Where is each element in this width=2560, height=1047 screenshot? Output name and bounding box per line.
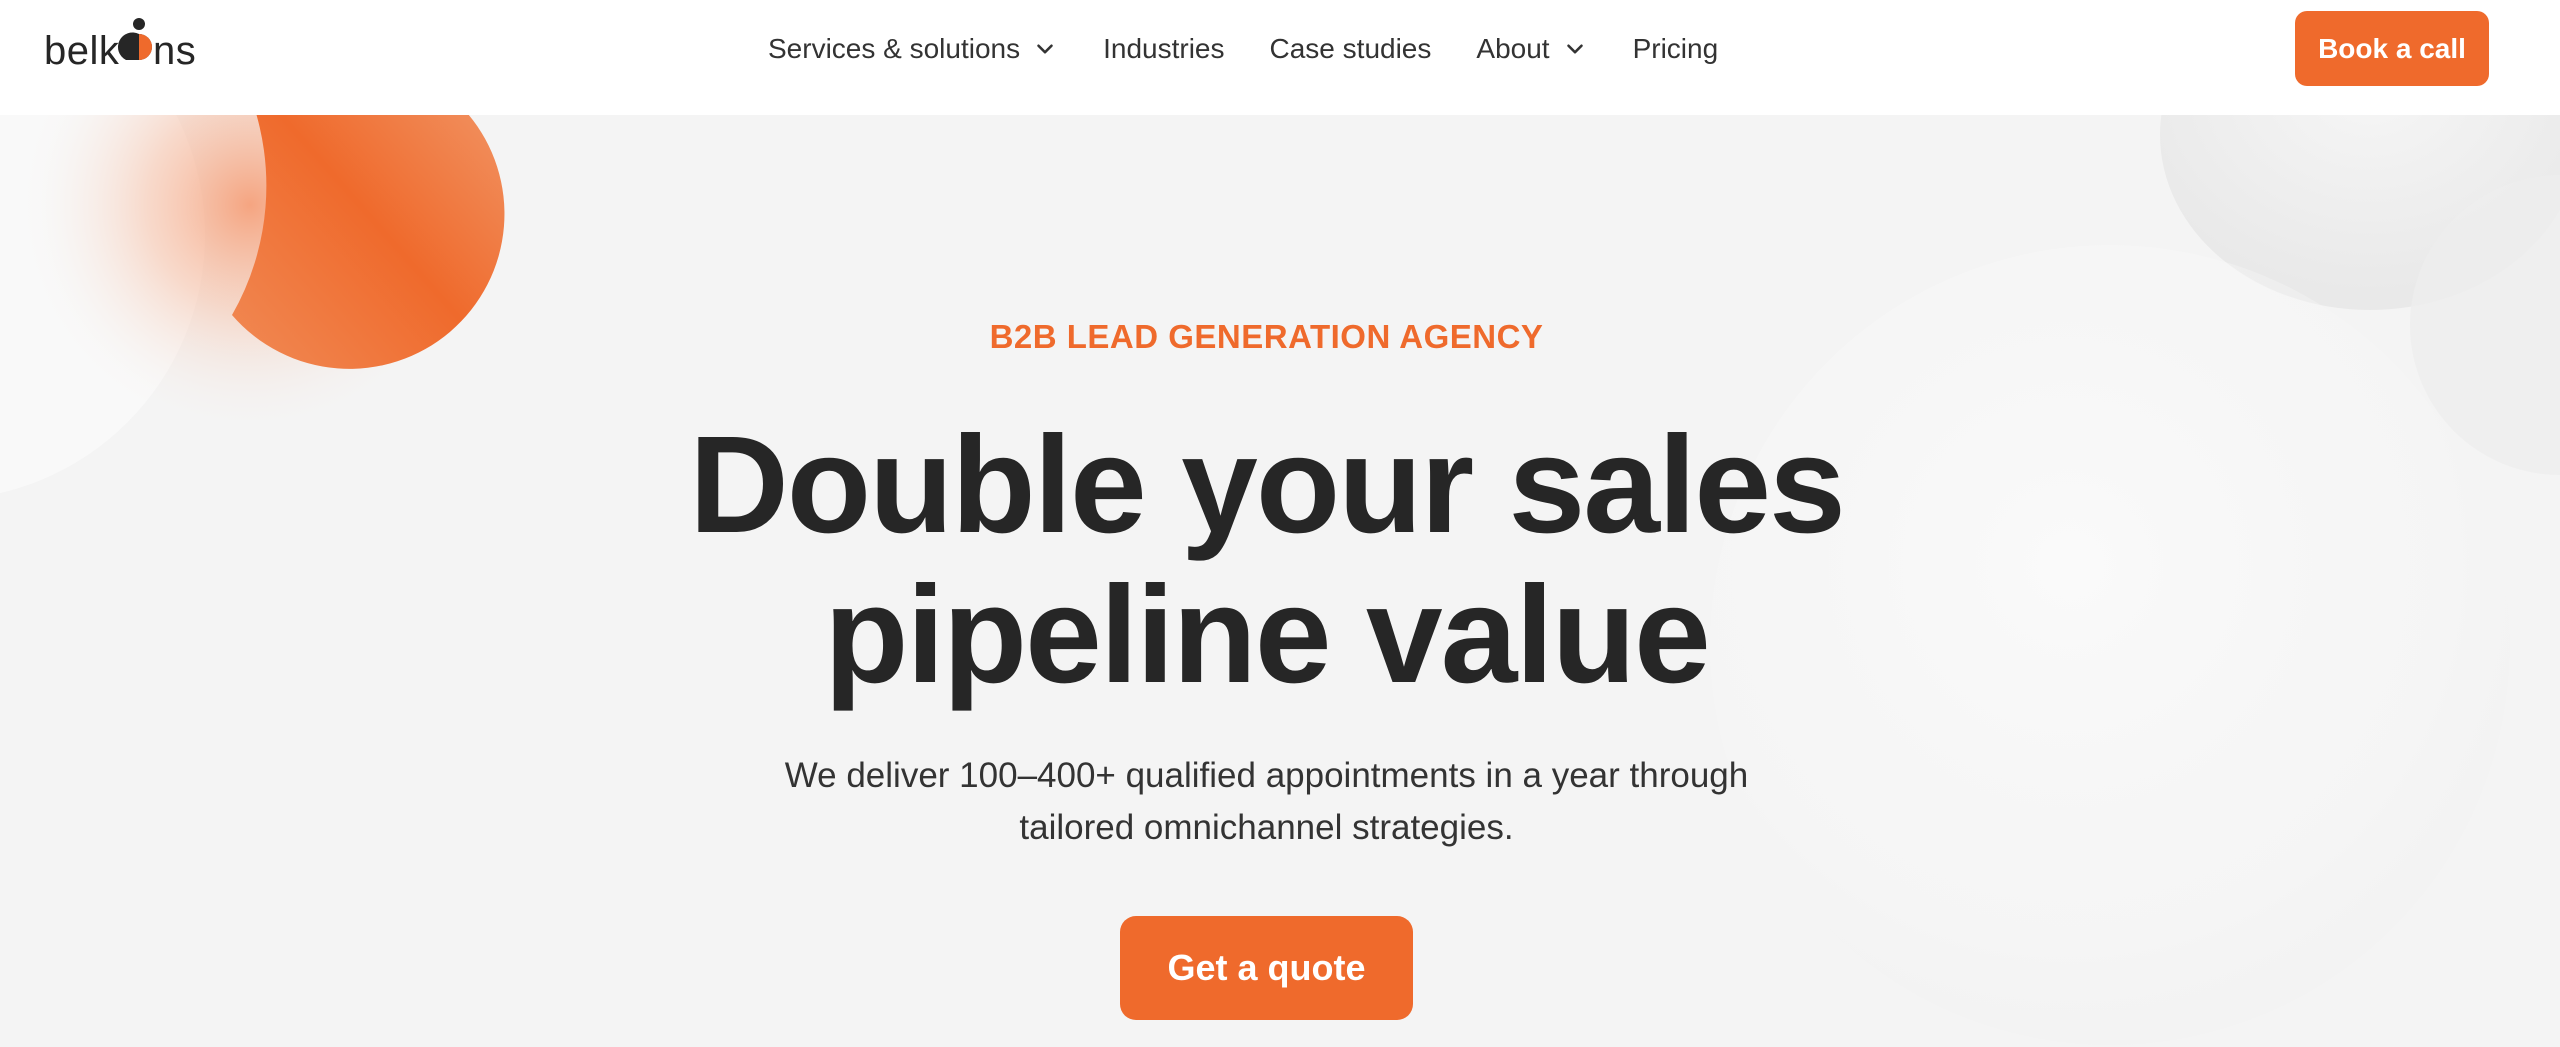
nav-industries-label: Industries (1103, 32, 1225, 64)
headline-line-2: pipeline value (824, 558, 1711, 712)
nav-industries[interactable]: Industries (1103, 33, 1224, 65)
book-a-call-button[interactable]: Book a call (2295, 11, 2489, 86)
subtext-line-1: We deliver 100–400+ qualified appointmen… (784, 756, 1749, 795)
hero-eyebrow: B2B LEAD GENERATION AGENCY (989, 318, 1544, 355)
nav-services[interactable]: Services & solutions (768, 33, 1058, 65)
hero-headline: Double your sales pipeline value (0, 410, 2533, 710)
subtext-line-2: tailored omnichannel strategies. (1019, 808, 1514, 847)
nav-pricing[interactable]: Pricing (1633, 33, 1719, 65)
belkins-logo-icon[interactable]: belk ns (44, 16, 204, 72)
chevron-down-icon (1566, 43, 1583, 54)
hero-subtext: We deliver 100–400+ qualified appointmen… (740, 750, 1793, 854)
chevron-down-icon (1037, 43, 1053, 54)
svg-text:belk: belk (44, 29, 120, 72)
headline-line-1: Double your sales (689, 408, 1846, 562)
svg-text:ns: ns (153, 29, 196, 72)
site-header: belkins belk ns Services & solutions Ind… (0, 0, 2560, 115)
nav-about[interactable]: About (1476, 33, 1587, 65)
main-nav: Services & solutions Industries Case stu… (768, 0, 1763, 97)
nav-services-label: Services & solutions (768, 32, 1021, 64)
nav-about-label: About (1476, 32, 1550, 64)
nav-pricing-label: Pricing (1632, 32, 1719, 64)
get-a-quote-button[interactable]: Get a quote (1120, 916, 1413, 1020)
nav-case-studies-label: Case studies (1269, 32, 1432, 64)
nav-case-studies[interactable]: Case studies (1270, 33, 1432, 65)
